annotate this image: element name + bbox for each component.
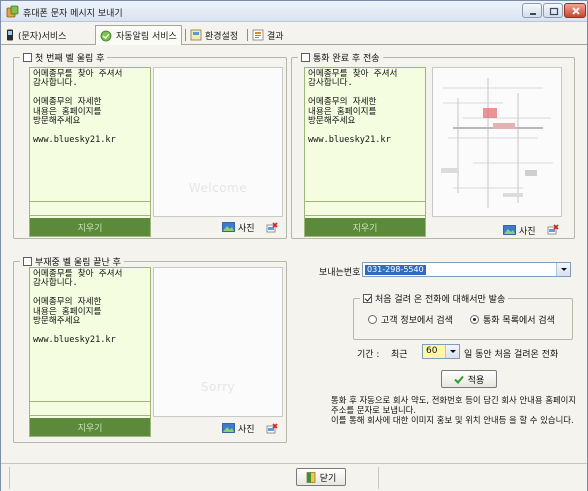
after-call-title[interactable]: 통화 완료 후 전송 <box>298 51 383 64</box>
first-ring-delete-photo-icon[interactable] <box>266 222 278 234</box>
period-days-value: 60 <box>426 346 438 356</box>
tab-auto-notify[interactable]: 자동알림 서비스 <box>95 25 182 45</box>
image-placeholder-text: Welcome <box>188 181 248 195</box>
tab-label: 환경설정 <box>205 31 239 42</box>
results-icon <box>252 29 264 41</box>
settings-icon <box>190 29 202 41</box>
missed-call-message-input[interactable]: 어메종무를 찾아 주셔서 감사합니다. 어메종무의 자세한 내용은 홈페이지를 … <box>33 269 149 345</box>
missed-call-clear-button[interactable]: 지우기 <box>30 418 150 436</box>
first-ring-title[interactable]: 첫 번째 벨 울림 후 <box>20 51 108 64</box>
door-icon <box>306 471 316 483</box>
search-customer-radio[interactable] <box>368 315 377 324</box>
photo-label: 사진 <box>519 226 536 237</box>
tab-results[interactable]: 결과 <box>252 26 284 44</box>
footer-separator <box>378 467 379 489</box>
photo-label: 사진 <box>238 223 255 234</box>
missed-call-image-box[interactable]: Sorry <box>153 267 283 417</box>
window-title: 휴대폰 문자 메시지 보내기 <box>23 9 123 19</box>
after-call-message-input[interactable]: 어메종무를 찾아 주셔서 감사합니다. 어메종무의 자세한 내용은 홈페이지를 … <box>308 69 424 145</box>
first-call-only-label: 처음 걸려 온 전화에 대해서만 발송 <box>375 295 506 305</box>
first-call-only-checkbox[interactable] <box>363 294 372 303</box>
photo-icon <box>222 423 235 433</box>
tab-separator <box>247 29 248 41</box>
search-call-log-radio[interactable] <box>470 315 479 324</box>
checkmark-icon <box>454 375 464 384</box>
apply-label: 적용 <box>467 375 485 386</box>
after-call-delete-photo-icon[interactable] <box>547 224 559 236</box>
after-call-message-box: 어메종무를 찾아 주셔서 감사합니다. 어메종무의 자세한 내용은 홈페이지를 … <box>304 67 426 237</box>
footer-bar <box>1 464 587 491</box>
first-ring-photo-button[interactable]: 사진 <box>222 220 255 234</box>
title-bar: 휴대폰 문자 메시지 보내기 <box>1 1 587 22</box>
minimize-button[interactable] <box>522 3 542 18</box>
minimize-icon <box>530 13 536 15</box>
tab-label: 결과 <box>267 31 284 42</box>
first-ring-checkbox[interactable] <box>23 53 32 62</box>
message-divider <box>30 415 150 416</box>
search-customer-radio-item[interactable]: 고객 정보에서 검색 <box>368 313 453 326</box>
search-call-log-radio-item[interactable]: 통화 목록에서 검색 <box>470 313 555 326</box>
map-image <box>433 68 561 216</box>
period-suffix: 일 동안 처음 걸려온 전화 <box>464 350 559 360</box>
after-call-clear-button[interactable]: 지우기 <box>305 218 425 236</box>
apply-button[interactable]: 적용 <box>441 370 497 388</box>
first-ring-title-label: 첫 번째 벨 울림 후 <box>35 54 105 64</box>
message-divider <box>30 201 150 202</box>
close-icon <box>572 7 580 15</box>
after-call-title-label: 통화 완료 후 전송 <box>313 54 380 64</box>
message-divider <box>305 201 425 202</box>
message-divider <box>305 215 425 216</box>
close-button[interactable]: 닫기 <box>296 468 346 486</box>
first-ring-clear-button[interactable]: 지우기 <box>30 218 150 236</box>
missed-call-message-box: 어메종무를 찾아 주셔서 감사합니다. 어메종무의 자세한 내용은 홈페이지를 … <box>29 267 151 437</box>
auto-notify-icon <box>100 30 112 41</box>
close-label: 닫기 <box>319 473 337 484</box>
period-days-combo[interactable]: 60 <box>422 344 460 359</box>
maximize-icon <box>549 7 559 16</box>
missed-call-checkbox[interactable] <box>23 257 32 266</box>
tab-bar: (문자)서비스 자동알림 서비스 환경설정 결과 <box>1 23 587 45</box>
photo-icon <box>222 222 235 232</box>
search-customer-label: 고객 정보에서 검색 <box>381 316 453 326</box>
message-divider <box>30 401 150 402</box>
first-ring-message-box: 어메종무를 찾아 주셔서 감사합니다. 어메종무의 자세한 내용은 홈페이지를 … <box>29 67 151 237</box>
sender-number-value: 031-298-5540 <box>365 265 426 275</box>
first-call-only-option[interactable]: 처음 걸려 온 전화에 대해서만 발송 <box>360 292 509 305</box>
message-divider <box>30 215 150 216</box>
tab-settings[interactable]: 환경설정 <box>190 26 238 44</box>
phone-icon <box>7 29 13 41</box>
photo-icon <box>503 225 516 235</box>
chevron-down-icon[interactable] <box>445 345 459 358</box>
main-window: 휴대폰 문자 메시지 보내기 (문자)서비스 자동알림 서비스 환경설정 결과 <box>0 0 588 491</box>
first-ring-message-input[interactable]: 어메종무를 찾아 주셔서 감사합니다. 어메종무의 자세한 내용은 홈페이지를 … <box>33 69 149 145</box>
after-call-checkbox[interactable] <box>301 53 310 62</box>
sender-number-label: 보내는번호 <box>319 268 361 278</box>
description-text: 통화 후 자동으로 회사 약도, 전화번호 등이 담긴 회사 안내용 홈페이지 … <box>331 395 577 425</box>
app-icon <box>6 5 19 18</box>
close-window-button[interactable] <box>564 3 586 18</box>
photo-label: 사진 <box>238 424 255 435</box>
missed-call-photo-button[interactable]: 사진 <box>222 421 255 435</box>
first-ring-image-box[interactable]: Welcome <box>153 67 283 217</box>
tab-sms-service[interactable]: (문자)서비스 <box>5 26 66 44</box>
tab-label: (문자)서비스 <box>18 31 67 42</box>
image-placeholder-text: Sorry <box>200 380 236 394</box>
after-call-image-box[interactable] <box>432 67 562 217</box>
chevron-down-icon[interactable] <box>556 263 570 276</box>
maximize-button[interactable] <box>543 3 563 18</box>
tab-separator <box>185 29 186 41</box>
tab-label: 자동알림 서비스 <box>116 32 177 42</box>
sender-number-combo[interactable]: 031-298-5540 <box>362 262 571 277</box>
period-label: 기간 : <box>357 350 380 360</box>
missed-call-delete-photo-icon[interactable] <box>266 423 278 435</box>
period-prefix: 최근 <box>391 350 408 360</box>
footer-separator <box>9 467 10 489</box>
after-call-photo-button[interactable]: 사진 <box>503 223 536 237</box>
search-call-log-label: 통화 목록에서 검색 <box>483 316 555 326</box>
